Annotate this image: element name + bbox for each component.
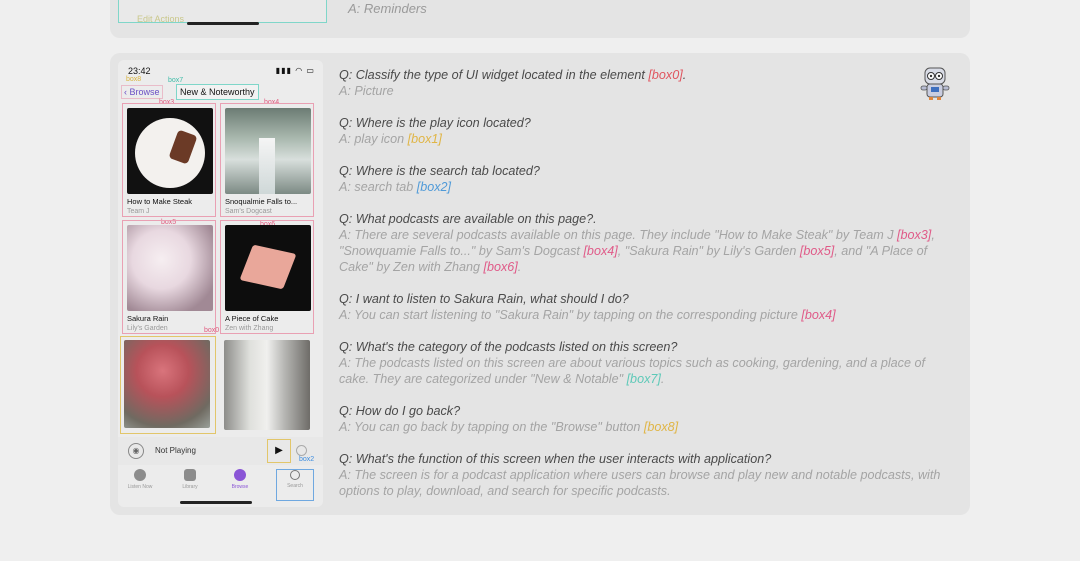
podcast-title: Sakura Rain — [127, 314, 169, 323]
status-bar: 23:42 ▮▮▮ ◠ ▭ — [118, 60, 323, 78]
podcast-author: Lily's Garden — [127, 325, 168, 332]
tab-bar: Listen Now Library Browse Search — [118, 466, 323, 502]
now-playing-status: Not Playing — [155, 446, 196, 455]
tab-label: Library — [182, 484, 198, 490]
box-reference: [box3] — [897, 228, 932, 242]
home-indicator — [180, 501, 252, 504]
question: Q: I want to listen to Sakura Rain, what… — [339, 292, 629, 306]
tab-label: Search — [287, 483, 303, 489]
podcast-artwork[interactable] — [127, 108, 213, 194]
previous-phone-screenshot: Edit Actions — [118, 0, 327, 25]
qa-card: 23:42 ▮▮▮ ◠ ▭ box8 box7 ‹ Browse New & N… — [110, 53, 970, 515]
answer: A: Picture — [339, 84, 394, 98]
podcast-author: Sam's Dogcast — [225, 208, 272, 215]
mini-player: ◉ Not Playing ▶ — [118, 437, 323, 465]
podcast-tile-window[interactable] — [220, 338, 312, 432]
library-icon — [184, 469, 196, 481]
home-indicator — [187, 22, 259, 25]
tab-label: Browse — [231, 484, 249, 490]
previous-qa-card: Edit Actions A: Reminders — [110, 0, 970, 38]
status-time: 23:42 — [128, 66, 151, 76]
answer: A: You can start listening to "Sakura Ra… — [339, 308, 836, 322]
podcast-artwork[interactable] — [224, 340, 310, 430]
podcast-title: A Piece of Cake — [225, 314, 279, 323]
podcast-author: Zen with Zhang — [225, 325, 274, 332]
box0-tag: box0 — [204, 327, 220, 334]
edit-actions-label: Edit Actions — [137, 14, 185, 24]
phone-screenshot: 23:42 ▮▮▮ ◠ ▭ box8 box7 ‹ Browse New & N… — [118, 60, 323, 507]
question: Q: What podcasts are available on this p… — [339, 212, 597, 226]
status-icons: ▮▮▮ ◠ ▭ — [275, 66, 315, 75]
back-button[interactable]: ‹ Browse — [121, 85, 163, 99]
podcast-title: How to Make Steak — [127, 197, 193, 206]
box-reference: [box6] — [483, 260, 518, 274]
answer: A: You can go back by tapping on the "Br… — [339, 420, 679, 434]
box-reference: [box4] — [583, 244, 618, 258]
qa-list: Q: Classify the type of UI widget locate… — [339, 67, 949, 515]
box8-tag: box8 — [126, 76, 142, 83]
previous-answer: A: Reminders — [348, 1, 427, 16]
download-icon[interactable] — [296, 445, 307, 456]
podcast-tile-steak[interactable]: How to Make Steak Team J — [122, 103, 216, 217]
podcast-artwork[interactable] — [225, 225, 311, 311]
answer: A: The screen is for a podcast applicati… — [339, 468, 941, 498]
tab-search[interactable]: Search — [276, 469, 314, 501]
question: Q: How do I go back? — [339, 404, 461, 418]
box2-tag: box2 — [299, 456, 315, 463]
box-reference: [box0] — [648, 68, 683, 82]
play-icon[interactable]: ▶ — [267, 439, 291, 463]
page-title: New & Noteworthy — [176, 84, 259, 100]
tab-label: Listen Now — [127, 484, 153, 490]
answer: A: The podcasts listed on this screen ar… — [339, 356, 925, 386]
question: Q: Where is the search tab located? — [339, 164, 540, 178]
podcast-artwork[interactable] — [124, 340, 210, 428]
question: Q: Where is the play icon located? — [339, 116, 531, 130]
answer: A: search tab [box2] — [339, 180, 452, 194]
podcast-icon: ◉ — [128, 443, 144, 459]
podcast-broadcast-icon — [234, 469, 246, 481]
question: Q: What's the category of the podcasts l… — [339, 340, 678, 354]
box-reference: [box8] — [643, 420, 679, 434]
answer: A: play icon [box1] — [339, 132, 442, 146]
podcast-author: Team J — [127, 208, 150, 215]
question: Q: What's the function of this screen wh… — [339, 452, 772, 466]
box-reference: [box5] — [799, 244, 835, 258]
podcast-tile-sakura[interactable]: Sakura Rain Lily's Garden — [122, 220, 216, 334]
box-reference: [box4] — [801, 308, 836, 322]
podcast-title: Snoqualmie Falls to... — [225, 197, 298, 206]
tab-browse[interactable]: Browse — [222, 469, 258, 499]
box-reference: [box2] — [416, 180, 452, 194]
box-reference: [box7] — [626, 372, 661, 386]
podcast-tile-falls[interactable]: Snoqualmie Falls to... Sam's Dogcast — [220, 103, 314, 217]
tab-library[interactable]: Library — [172, 469, 208, 499]
podcast-artwork[interactable] — [127, 225, 213, 311]
box7-tag: box7 — [168, 77, 184, 84]
play-circle-icon — [134, 469, 146, 481]
back-label: Browse — [129, 87, 160, 97]
search-icon — [290, 470, 300, 480]
answer: A: There are several podcasts available … — [339, 228, 935, 274]
question: Q: Classify the type of UI widget locate… — [339, 68, 687, 82]
podcast-artwork[interactable] — [225, 108, 311, 194]
box-reference: [box1] — [407, 132, 442, 146]
nav-bar: ‹ Browse New & Noteworthy — [118, 84, 323, 101]
tab-listen-now[interactable]: Listen Now — [122, 469, 158, 499]
podcast-tile-tree[interactable] — [120, 336, 216, 434]
podcast-tile-cake[interactable]: A Piece of Cake Zen with Zhang — [220, 220, 314, 334]
